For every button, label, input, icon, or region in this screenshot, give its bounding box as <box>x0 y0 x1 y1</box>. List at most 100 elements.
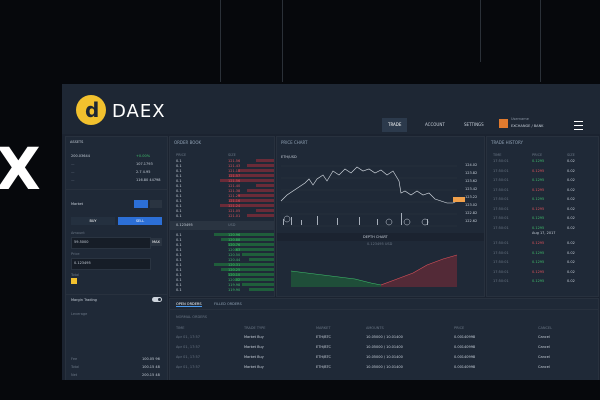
ask-price: 0.1 <box>176 164 182 168</box>
wallet-row-value: 116.80 44798 <box>136 178 161 182</box>
th-col-price: PRICE <box>532 153 543 157</box>
order-amount: 10.05000 / 10.01400 <box>366 365 403 369</box>
order-price: 0.00140998 <box>454 335 476 339</box>
bid-price: 0.1 <box>176 238 182 242</box>
trade-size: 0.02 <box>567 187 575 192</box>
bid-price: 0.1 <box>176 248 182 252</box>
order-market: ETH/BTC <box>316 365 331 369</box>
wallet-row-key: — <box>71 170 75 174</box>
trade-size: 0.02 <box>567 250 575 255</box>
nav-trade[interactable]: TRADE <box>382 118 408 132</box>
th-date-label: Aug 17, 2017 <box>532 231 556 235</box>
divider <box>66 294 167 295</box>
trade-time: 17:50:01 <box>493 168 509 173</box>
ask-price: 0.1 <box>176 159 182 163</box>
cancel-order-button[interactable]: Cancel <box>538 365 550 369</box>
trade-price: 0.1295 <box>532 206 545 211</box>
orders-panel: OPEN ORDERS FILLED ORDERS NORMAL ORDERS … <box>169 298 599 380</box>
amount-value: 59.5000 <box>74 240 89 244</box>
y-tick-label: 122.82 <box>465 211 478 215</box>
col-cancel: CANCEL <box>538 326 553 330</box>
hamburger-menu-icon[interactable] <box>574 121 583 130</box>
ask-depth-bar <box>247 189 274 192</box>
ask-price: 0.1 <box>176 174 182 178</box>
ask-depth-bar <box>238 194 274 197</box>
order-price: 0.00140998 <box>454 355 476 359</box>
nav-account[interactable]: ACCOUNT <box>419 118 451 132</box>
trade-size: 0.02 <box>567 279 575 283</box>
ask-size: 121.05 <box>228 209 241 213</box>
order-price: 0.00140998 <box>454 365 476 369</box>
price-chart-title: PRICE CHART <box>281 140 308 145</box>
order-type: Market Buy <box>244 365 264 369</box>
order-type: Market Buy <box>244 355 264 359</box>
total-label: Total <box>71 273 80 277</box>
order-type: Market Buy <box>244 345 264 349</box>
bid-price: 0.1 <box>176 263 182 267</box>
bid-depth-bar <box>242 283 274 286</box>
ask-price: 0.1 <box>176 204 182 208</box>
sell-tab[interactable]: SELL <box>118 217 162 225</box>
cancel-order-button[interactable]: Cancel <box>538 345 550 349</box>
trade-size: 0.02 <box>567 269 575 274</box>
limit-toggle-button[interactable] <box>150 200 162 208</box>
orders-filter-dropdown[interactable]: NORMAL ORDERS <box>176 315 207 319</box>
bid-size: 120.25 <box>228 268 241 272</box>
ask-price: 0.1 <box>176 214 182 218</box>
chart-tool-icon <box>385 218 393 226</box>
tab-open-orders[interactable]: OPEN ORDERS <box>176 302 202 307</box>
order-time: Apr 01, 17:57 <box>176 335 200 339</box>
bid-price: 0.1 <box>176 278 182 282</box>
y-tick-label: 123.82 <box>465 171 478 175</box>
bid-size: 120.88 <box>228 238 241 242</box>
ask-size: 121.29 <box>228 194 241 198</box>
order-book-title: ORDER BOOK <box>174 140 202 145</box>
bid-price: 0.1 <box>176 273 182 277</box>
assets-select[interactable]: ASSETS <box>70 140 83 144</box>
bid-price: 0.1 <box>176 258 182 262</box>
pair-label[interactable]: ETH/USD <box>281 155 297 159</box>
depth-chart-sub: 0.123495 USD <box>367 242 393 246</box>
col-market: MARKET <box>316 326 331 330</box>
ask-price: 0.1 <box>176 209 182 213</box>
bid-depth-bar <box>214 233 274 236</box>
ask-depth-bar <box>247 214 274 217</box>
ask-size: 121.56 <box>228 159 241 163</box>
th-col-size: SIZE <box>567 153 575 157</box>
order-amount: 10.05000 / 10.01400 <box>366 355 403 359</box>
trade-time: 17:50:01 <box>493 279 509 283</box>
order-type: Market Buy <box>244 335 264 339</box>
col-time: TIME <box>176 326 185 330</box>
trade-time: 17:50:01 <box>493 241 509 245</box>
bid-size: 120.63 <box>228 248 241 252</box>
ask-size: 121.01 <box>228 214 241 218</box>
spread-currency: USD <box>228 223 236 227</box>
ask-size: 121.24 <box>228 204 241 208</box>
bid-size: 119.98 <box>228 283 241 287</box>
account-avatar-icon[interactable] <box>499 119 508 128</box>
cancel-order-button[interactable]: Cancel <box>538 355 550 359</box>
trade-price: 0.1295 <box>532 279 545 283</box>
trade-size: 0.02 <box>567 206 575 211</box>
account-line2: EXCHANGE / BANK <box>511 124 544 128</box>
bid-depth-bar <box>249 258 274 261</box>
trade-history-title: TRADE HISTORY <box>491 140 523 145</box>
market-toggle-button[interactable] <box>134 200 148 208</box>
cancel-order-button[interactable]: Cancel <box>538 335 550 339</box>
order-market: ETH/BTC <box>316 345 331 349</box>
margin-trading-toggle[interactable] <box>152 297 162 302</box>
nav-settings[interactable]: SETTINGS <box>458 118 490 132</box>
order-amount: 10.05000 / 10.01400 <box>366 335 403 339</box>
tab-filled-orders[interactable]: FILLED ORDERS <box>214 302 242 306</box>
balance-change: +0.00% <box>136 154 151 158</box>
bid-price: 0.1 <box>176 253 182 257</box>
y-tick-label: 123.42 <box>465 187 478 191</box>
buy-tab[interactable]: BUY <box>71 217 115 225</box>
bid-price: 0.1 <box>176 283 182 287</box>
order-market: ETH/BTC <box>316 335 331 339</box>
bid-price: 0.1 <box>176 288 182 292</box>
trade-time: 17:50:01 <box>493 260 509 264</box>
price-chart-svg[interactable] <box>277 161 484 296</box>
bid-size: 120.50 <box>228 253 241 257</box>
max-button[interactable]: MAX <box>150 238 162 246</box>
